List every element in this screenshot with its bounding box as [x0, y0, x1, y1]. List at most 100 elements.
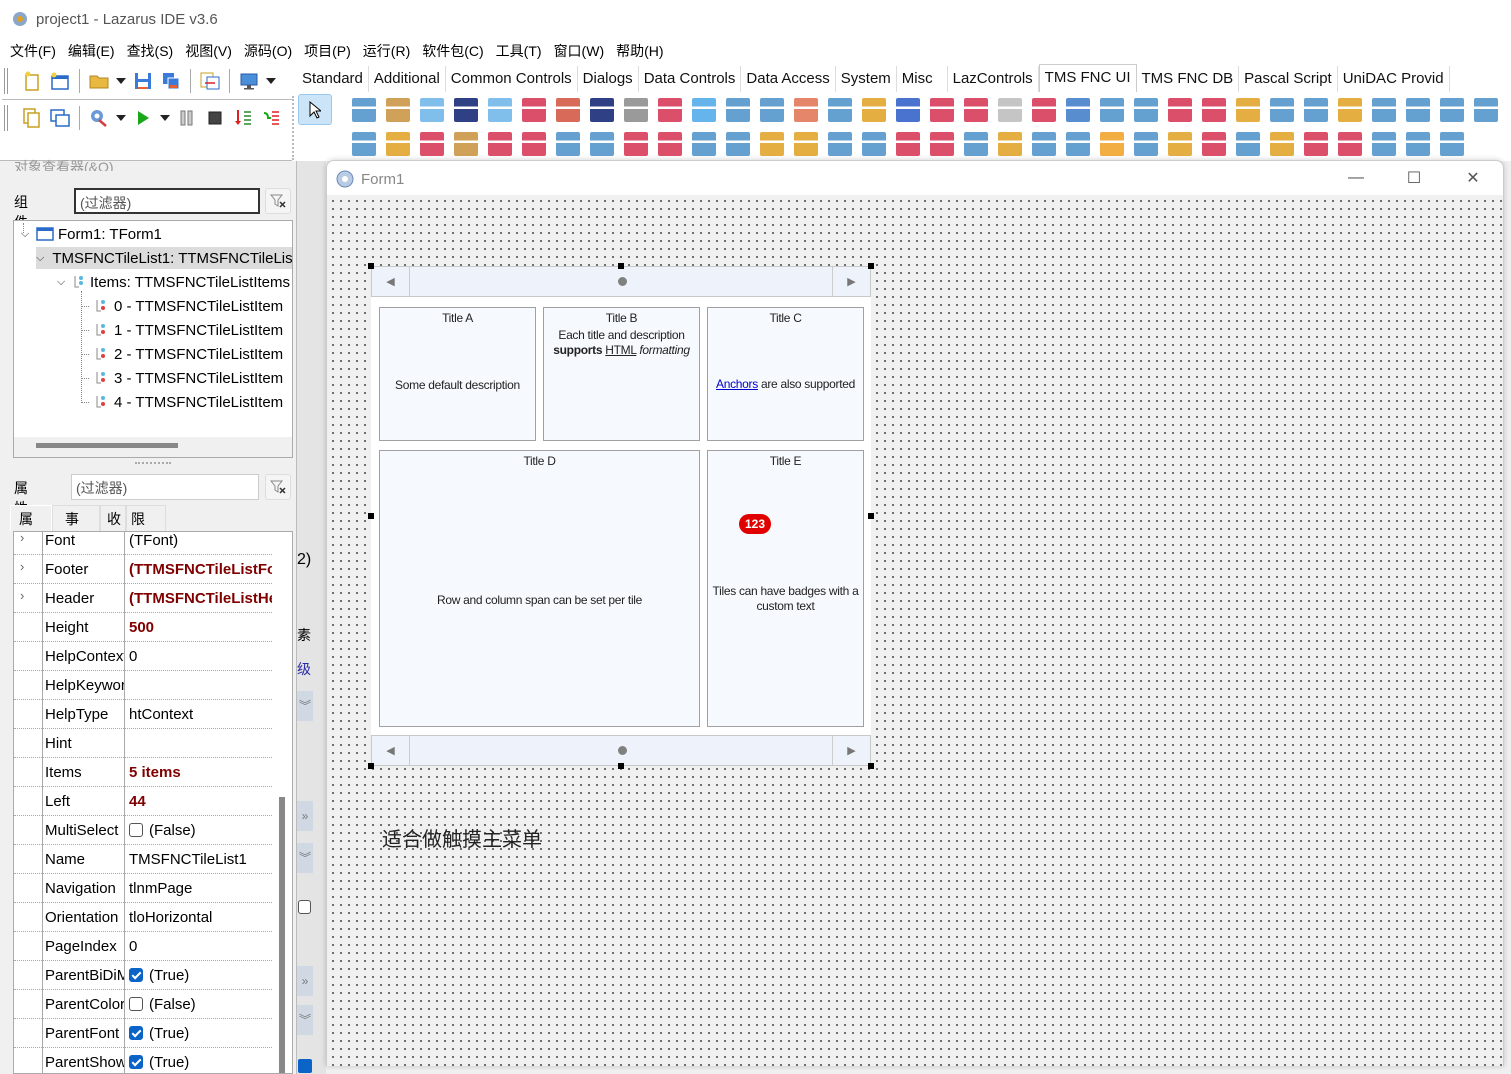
palette-component-icon[interactable]	[1304, 132, 1328, 156]
save-all-icon[interactable]	[160, 70, 182, 92]
tree-node-items[interactable]: ⌵ Items: TTMSFNCTileListItems	[54, 271, 292, 293]
palette-component-icon[interactable]	[760, 132, 784, 156]
property-row[interactable]: HelpType htContext	[14, 700, 272, 729]
palette-grip[interactable]	[292, 96, 296, 160]
resize-handle-n[interactable]	[618, 263, 624, 269]
palette-tab-unidac-provider[interactable]: UniDAC Provid	[1338, 66, 1450, 92]
resize-handle-nw[interactable]	[368, 263, 374, 269]
palette-component-icon[interactable]	[1100, 98, 1124, 122]
property-row[interactable]: Navigation tlnmPage	[14, 874, 272, 903]
property-value[interactable]: 44	[124, 787, 272, 816]
property-grid-scrollbar[interactable]	[279, 797, 285, 1073]
palette-component-icon[interactable]	[658, 132, 682, 156]
tree-scroll-thumb[interactable]	[36, 443, 178, 448]
palette-component-icon[interactable]	[556, 132, 580, 156]
palette-component-icon[interactable]	[1270, 98, 1294, 122]
palette-component-icon[interactable]	[998, 132, 1022, 156]
property-value[interactable]: 0	[124, 642, 272, 671]
run-dropdown-icon[interactable]	[160, 115, 170, 121]
palette-component-icon[interactable]	[556, 98, 580, 122]
property-row[interactable]: ParentColor (False)	[14, 990, 272, 1019]
palette-component-icon[interactable]	[1168, 98, 1192, 122]
menu-help[interactable]: 帮助(H)	[610, 41, 669, 61]
property-row[interactable]: Name TMSFNCTileList1	[14, 845, 272, 874]
property-value[interactable]: (True)	[124, 961, 272, 990]
property-checkbox[interactable]	[129, 968, 143, 983]
property-checkbox[interactable]	[129, 1026, 143, 1041]
menu-project[interactable]: 项目(P)	[298, 41, 357, 61]
property-value[interactable]: htContext	[124, 700, 272, 729]
tab-events[interactable]: 事件	[52, 505, 100, 553]
palette-tab-tms-fnc-ui[interactable]: TMS FNC UI	[1038, 64, 1137, 92]
menu-package[interactable]: 软件包(C)	[416, 41, 489, 61]
palette-component-icon[interactable]	[590, 98, 614, 122]
menu-search[interactable]: 查找(S)	[121, 41, 180, 61]
property-row[interactable]: ParentBiDiMode (True)	[14, 961, 272, 990]
palette-component-icon[interactable]	[1304, 98, 1328, 122]
palette-component-icon[interactable]	[1066, 132, 1090, 156]
palette-component-icon[interactable]	[1406, 98, 1430, 122]
toolbar-grip[interactable]	[4, 68, 8, 94]
pause-icon[interactable]	[176, 107, 198, 129]
palette-tab-common-controls[interactable]: Common Controls	[446, 66, 578, 92]
view-forms-list-icon[interactable]	[49, 107, 71, 129]
tile-b[interactable]: Title B Each title and description suppo…	[543, 307, 700, 441]
palette-component-icon[interactable]	[692, 98, 716, 122]
palette-component-icon[interactable]	[1406, 132, 1430, 156]
palette-tab-misc[interactable]: Misc	[897, 66, 948, 92]
palette-component-icon[interactable]	[386, 132, 410, 156]
save-icon[interactable]	[132, 70, 154, 92]
property-value[interactable]: (TFont)	[124, 532, 272, 555]
tile-list[interactable]: ◀ ▶ Title A Some default description Tit…	[371, 266, 871, 766]
property-row[interactable]: Left 44	[14, 787, 272, 816]
tree-node-tilelist[interactable]: ⌵ TMSFNCTileList1: TTMSFNCTileList	[36, 247, 292, 269]
step-over-icon[interactable]	[260, 107, 282, 129]
palette-component-icon[interactable]	[420, 132, 444, 156]
palette-component-icon[interactable]	[352, 132, 376, 156]
toggle-form-unit-icon[interactable]	[199, 70, 221, 92]
view-dropdown-icon[interactable]	[266, 78, 276, 84]
run-icon[interactable]	[132, 107, 154, 129]
expand-icon[interactable]: ⌵	[36, 252, 44, 265]
resize-handle-s[interactable]	[618, 763, 624, 769]
palette-component-icon[interactable]	[590, 132, 614, 156]
property-row[interactable]: ParentShowHint (True)	[14, 1048, 272, 1073]
property-row[interactable]: Items 5 items	[14, 758, 272, 787]
maximize-button[interactable]: ☐	[1399, 167, 1429, 189]
toolbar-grip[interactable]	[4, 105, 8, 131]
resize-handle-ne[interactable]	[868, 263, 874, 269]
next-page-button[interactable]: ▶	[832, 736, 870, 765]
palette-component-icon[interactable]	[1202, 98, 1226, 122]
property-value[interactable]: (True)	[124, 1019, 272, 1048]
tile-d[interactable]: Title D Row and column span can be set p…	[379, 450, 700, 727]
palette-tab-tms-fnc-db[interactable]: TMS FNC DB	[1137, 66, 1240, 92]
menu-edit[interactable]: 编辑(E)	[62, 41, 121, 61]
palette-tab-standard[interactable]: Standard	[292, 66, 369, 92]
palette-component-icon[interactable]	[896, 132, 920, 156]
menu-file[interactable]: 文件(F)	[4, 41, 62, 61]
components-filter-input[interactable]: (过滤器)	[74, 188, 260, 214]
collapse-icon[interactable]: ︾	[297, 843, 313, 873]
palette-component-icon[interactable]	[794, 98, 818, 122]
property-checkbox[interactable]	[129, 997, 143, 1012]
palette-component-icon[interactable]	[998, 98, 1022, 122]
palette-component-icon[interactable]	[930, 132, 954, 156]
palette-tab-pascal-script[interactable]: Pascal Script	[1239, 66, 1338, 92]
property-row[interactable]: Height 500	[14, 613, 272, 642]
palette-component-icon[interactable]	[964, 132, 988, 156]
checkbox[interactable]	[298, 900, 311, 914]
palette-tab-system[interactable]: System	[836, 66, 897, 92]
property-row[interactable]: Orientation tloHorizontal	[14, 903, 272, 932]
palette-component-icon[interactable]	[352, 98, 376, 122]
next-page-button[interactable]: ▶	[832, 267, 870, 296]
previous-page-button[interactable]: ◀	[372, 736, 410, 765]
tree-node-item-2[interactable]: 2 - TTMSFNCTileListItem	[92, 343, 292, 365]
property-row[interactable]: MultiSelect (False)	[14, 816, 272, 845]
palette-component-icon[interactable]	[1440, 132, 1464, 156]
property-value[interactable]: (TTMSFNCTileListHeader)	[124, 584, 272, 613]
selection-pointer-button[interactable]	[298, 94, 332, 125]
palette-tab-additional[interactable]: Additional	[369, 66, 446, 92]
palette-component-icon[interactable]	[930, 98, 954, 122]
palette-component-icon[interactable]	[1236, 98, 1260, 122]
build-dropdown-icon[interactable]	[116, 115, 126, 121]
